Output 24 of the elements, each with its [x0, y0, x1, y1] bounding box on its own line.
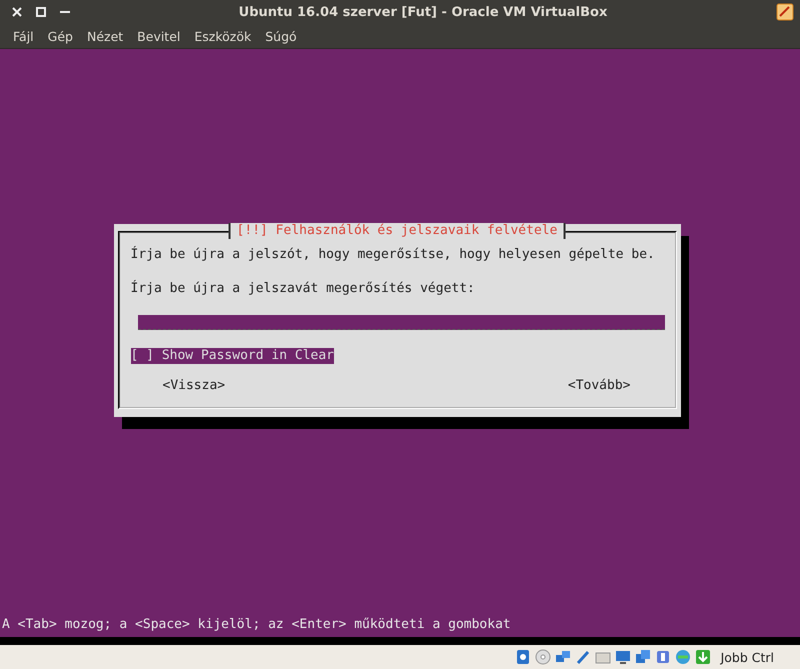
password-field[interactable] [138, 314, 664, 330]
menu-item[interactable]: Fájl [6, 28, 41, 44]
network-icon[interactable] [554, 649, 571, 665]
menu-item[interactable]: Súgó [258, 28, 304, 44]
window-title: Ubuntu 16.04 szerver [Fut] - Oracle VM VirtualBox [238, 4, 608, 20]
maximize-icon[interactable] [36, 7, 46, 17]
dialog-button[interactable]: <Vissza> [162, 378, 226, 392]
menu-item[interactable]: Bevitel [130, 28, 188, 44]
windows-icon[interactable] [634, 649, 651, 665]
menu-item[interactable]: Nézet [80, 28, 130, 44]
dialog-button[interactable]: <Tovább> [568, 378, 630, 392]
close-icon[interactable] [12, 7, 22, 17]
prompt-text: Írja be újra a jelszavát megerősítés végett: [130, 280, 476, 296]
message-text: Írja be újra a jelszót, hogy megerősítse, hogy helyesen gépelte be. [130, 246, 656, 262]
menu-item[interactable]: Gép [40, 28, 80, 44]
optical-disc-icon[interactable] [534, 649, 551, 665]
display-icon[interactable] [614, 649, 631, 665]
host-key-label: Jobb Ctrl [720, 650, 774, 664]
show-password-checkbox[interactable]: [ ] Show Password in Clear [130, 348, 334, 364]
help-text: A <Tab> mozog; a <Space> kijelöl; az <Enter> működteti a gombokat [1, 617, 512, 633]
menu-item[interactable]: Eszközök [187, 28, 258, 44]
download-icon[interactable] [694, 649, 711, 665]
app-icon [776, 3, 794, 21]
dialog-title: [!!] Felhasználók és jelszavaik felvétele [228, 222, 566, 238]
